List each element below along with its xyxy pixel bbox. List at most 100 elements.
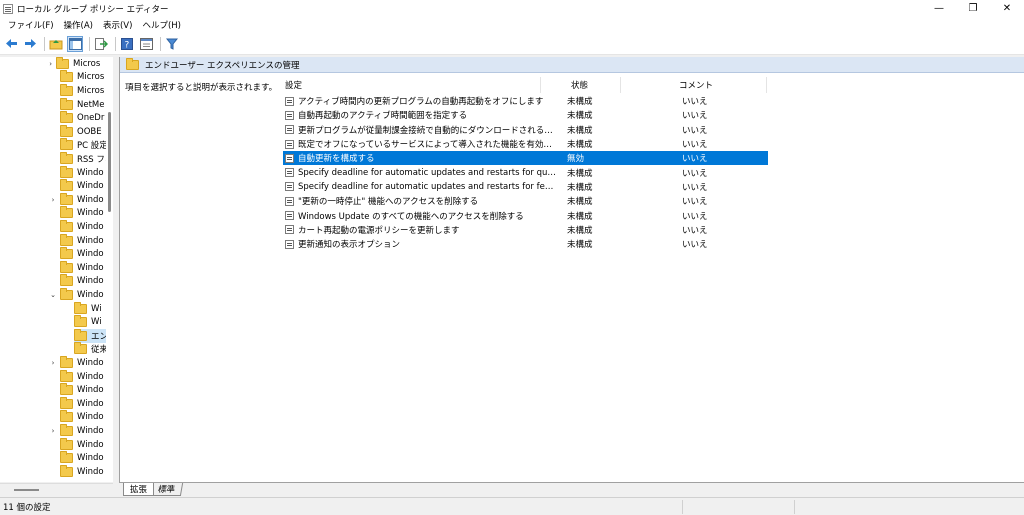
policy-setting-icon: [285, 139, 294, 149]
toolbar-separator: [160, 36, 161, 51]
tree-item[interactable]: Windo: [60, 274, 104, 289]
tree-item[interactable]: Windo: [60, 247, 104, 261]
setting-row[interactable]: 既定でオフになっているサービスによって導入された機能を有効にする 未構成 いいえ: [283, 137, 768, 151]
tree-item[interactable]: Micros: [60, 70, 104, 85]
tree-item[interactable]: › Windo: [46, 423, 104, 438]
folder-icon: [60, 410, 73, 423]
extended-view-icon[interactable]: [138, 36, 154, 52]
tree-item[interactable]: Wi: [74, 301, 102, 316]
scrollbar-thumb[interactable]: [108, 112, 111, 212]
tree-item[interactable]: › Windo: [46, 355, 104, 370]
tree-item[interactable]: OneDr: [60, 111, 104, 125]
export-list-icon[interactable]: [93, 36, 109, 52]
filter-icon[interactable]: [164, 36, 180, 52]
forward-arrow-icon[interactable]: [22, 36, 38, 52]
tree-item[interactable]: Windo: [60, 369, 104, 384]
tree-item[interactable]: ⌄ Windo: [46, 287, 104, 302]
tree-item[interactable]: Windo: [60, 383, 104, 397]
tree-item[interactable]: › Windo: [46, 192, 104, 207]
tree-item[interactable]: Windo: [60, 165, 104, 180]
column-divider[interactable]: [766, 77, 767, 93]
menu-help[interactable]: ヘルプ(H): [137, 19, 186, 31]
tree-item[interactable]: Windo: [60, 396, 104, 411]
menu-view[interactable]: 表示(V): [98, 19, 137, 31]
menu-file[interactable]: ファイル(F): [3, 19, 59, 31]
title-bar: ローカル グループ ポリシー エディター — ❐ ✕: [0, 0, 1024, 17]
column-divider[interactable]: [540, 77, 541, 93]
expand-chevron-icon[interactable]: ›: [46, 196, 60, 204]
tree-horizontal-scrollbar[interactable]: [0, 483, 113, 496]
setting-row[interactable]: 更新プログラムが従量制課金接続で自動的にダウンロードされるのを許可する未構成いい…: [283, 123, 768, 137]
column-state[interactable]: 状態: [571, 77, 588, 93]
setting-row[interactable]: Specify deadline for automatic updates a…: [283, 180, 768, 194]
help-icon[interactable]: ?: [119, 36, 135, 52]
folder-icon: [60, 287, 73, 300]
status-divider: [682, 500, 683, 514]
tree-item[interactable]: Wi: [74, 315, 102, 329]
folder-icon: [74, 315, 87, 328]
setting-row[interactable]: 自動再起動のアクティブ時間範囲を指定する 未構成 いいえ: [283, 108, 768, 122]
folder-icon: [60, 396, 73, 409]
scrollbar-thumb[interactable]: [14, 489, 39, 491]
tab-standard[interactable]: 標準: [150, 483, 184, 496]
column-comment[interactable]: コメント: [679, 77, 713, 93]
folder-icon: [60, 179, 73, 192]
setting-row[interactable]: カート再起動の電源ポリシーを更新します 未構成 いいえ: [283, 223, 768, 237]
column-divider[interactable]: [620, 77, 621, 93]
up-folder-icon[interactable]: [48, 36, 64, 52]
expand-chevron-icon[interactable]: ›: [46, 359, 60, 367]
tree-item[interactable]: Windo: [60, 219, 104, 234]
tab-extended[interactable]: 拡張: [123, 483, 155, 496]
setting-row-selected[interactable]: 自動更新を構成する 無効 いいえ: [283, 151, 768, 166]
tree-item[interactable]: Windo: [60, 233, 104, 248]
column-header-row: 設定 状態 コメント: [283, 77, 768, 93]
expand-chevron-icon[interactable]: ›: [0, 60, 56, 68]
toolbar-separator: [44, 36, 45, 51]
folder-icon: [60, 383, 73, 396]
folder-icon: [60, 247, 73, 260]
folder-icon: [60, 165, 73, 178]
tree-item[interactable]: Windo: [60, 206, 104, 221]
folder-icon: [60, 97, 73, 110]
tree-item[interactable]: Windo: [60, 410, 104, 425]
setting-row[interactable]: Windows Update のすべての機能へのアクセスを削除する 未構成 いいえ: [283, 208, 768, 222]
expand-chevron-icon[interactable]: ›: [46, 427, 60, 435]
folder-icon: [60, 124, 73, 137]
tree-item[interactable]: NetMe: [60, 97, 104, 112]
folder-icon: [60, 423, 73, 436]
tree-item[interactable]: Windo: [60, 179, 104, 193]
tree-item[interactable]: 従来: [74, 342, 108, 357]
tree-item[interactable]: OOBE: [60, 124, 102, 139]
folder-icon: [60, 274, 73, 287]
policy-setting-icon: [285, 110, 294, 120]
maximize-button[interactable]: ❐: [956, 0, 990, 17]
settings-list: アクティブ時間内の更新プログラムの自動再起動をオフにします 未構成 いいえ 自動再起…: [283, 94, 768, 251]
setting-row[interactable]: アクティブ時間内の更新プログラムの自動再起動をオフにします 未構成 いいえ: [283, 94, 768, 108]
tree-item[interactable]: Windo: [60, 260, 104, 275]
tree-item[interactable]: Windo: [60, 451, 104, 465]
tree-item[interactable]: Micros: [60, 83, 104, 98]
tree-item[interactable]: Windo: [60, 437, 104, 452]
folder-icon: [74, 342, 87, 355]
collapse-chevron-icon[interactable]: ⌄: [46, 291, 60, 299]
folder-icon: [56, 57, 69, 69]
folder-icon: [60, 70, 73, 83]
console-tree-icon[interactable]: [67, 35, 83, 52]
setting-row[interactable]: Specify deadline for automatic updates a…: [283, 165, 768, 179]
close-button[interactable]: ✕: [990, 0, 1024, 17]
menu-action[interactable]: 操作(A): [59, 19, 98, 31]
folder-icon: [60, 464, 73, 477]
tree-item[interactable]: PC 設定: [60, 138, 108, 153]
policy-setting-icon: [285, 125, 294, 135]
folder-icon: [60, 437, 73, 450]
tree-item-selected[interactable]: エン: [74, 328, 108, 343]
minimize-button[interactable]: —: [922, 0, 956, 17]
back-arrow-icon[interactable]: [3, 36, 19, 52]
column-setting[interactable]: 設定: [285, 77, 302, 93]
tree-vertical-scrollbar[interactable]: [106, 57, 113, 482]
tree-item[interactable]: Windo: [60, 464, 104, 479]
setting-row[interactable]: "更新の一時停止" 機能へのアクセスを削除する 未構成 いいえ: [283, 194, 768, 208]
tree-item[interactable]: › Micros: [0, 57, 100, 71]
folder-icon: [60, 260, 73, 273]
setting-row[interactable]: 更新通知の表示オプション 未構成 いいえ: [283, 237, 768, 251]
